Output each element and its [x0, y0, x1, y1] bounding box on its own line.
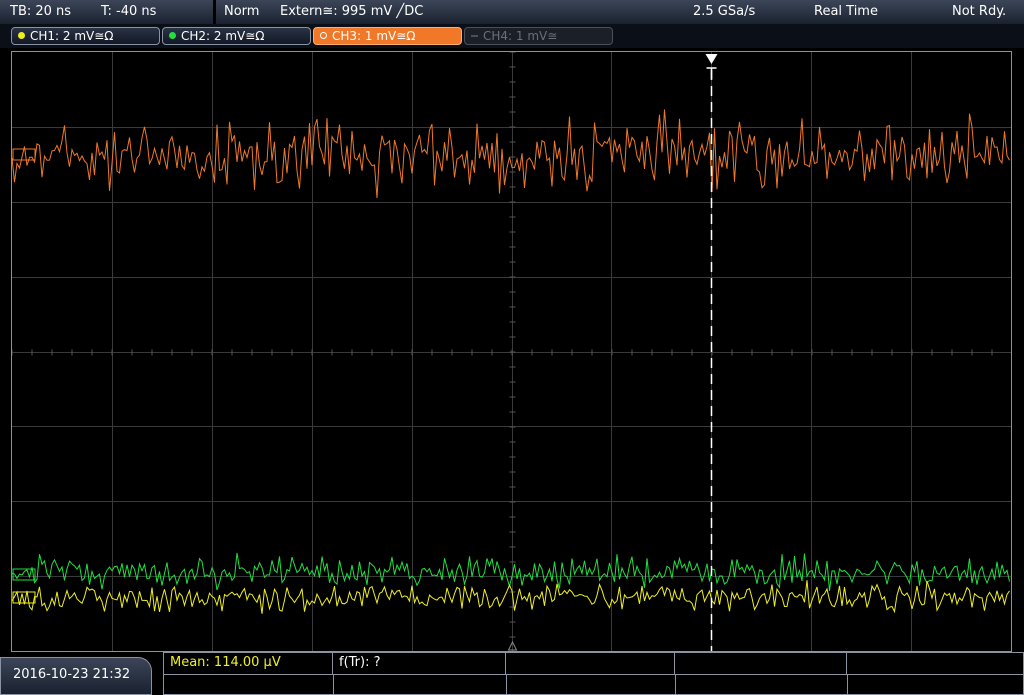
- timebase-label: TB: 20 ns: [10, 4, 72, 19]
- sample-rate-label: 2.5 GSa/s: [693, 4, 756, 19]
- datetime-panel[interactable]: 2016-10-23 21:32: [0, 657, 152, 695]
- measurement-divider: [164, 674, 1023, 675]
- measurement-slot-3: [506, 653, 675, 674]
- ch2-dot-icon: [169, 32, 176, 39]
- datetime-label: 2016-10-23 21:32: [13, 667, 131, 682]
- ch3-trace: [12, 109, 1010, 199]
- ch4-label: CH4: 1 mV≅: [483, 29, 558, 43]
- ch3-dot-icon: [320, 32, 327, 39]
- measurement-divider-v2: [506, 674, 507, 695]
- channel-tab-ch4[interactable]: CH4: 1 mV≅: [464, 27, 613, 45]
- status-label: Not Rdy.: [952, 4, 1007, 19]
- trigger-t-icon: [706, 67, 717, 79]
- ch1-dot-icon: [18, 32, 25, 39]
- channel-tab-ch3[interactable]: CH3: 1 mV≅Ω: [313, 27, 462, 45]
- trigger-time-label: T: -40 ns: [101, 4, 157, 19]
- measurement-divider-v1: [333, 674, 334, 695]
- trigger-position-marker-icon: [705, 54, 718, 64]
- trigger-mode-label: Norm: [224, 4, 260, 19]
- ch1-label: CH1: 2 mV≅Ω: [30, 29, 114, 43]
- frequency-measurement: f(Tr): ?: [333, 653, 506, 674]
- measurement-panel[interactable]: Mean: 114.00 µV f(Tr): ?: [163, 652, 1024, 695]
- measurement-slot-4: [675, 653, 847, 674]
- waveform-plot: [12, 52, 1011, 651]
- measurement-divider-v4: [847, 674, 848, 695]
- ch4-dash-icon: [471, 35, 478, 37]
- acquisition-mode-label: Real Time: [814, 4, 878, 19]
- ch2-offset-marker: [12, 568, 36, 581]
- acquisition-panel[interactable]: Norm Extern≅: 995 mV ╱DC 2.5 GSa/s Real …: [216, 0, 1024, 25]
- measurement-slot-5: [847, 653, 1023, 674]
- ch2-label: CH2: 2 mV≅Ω: [181, 29, 265, 43]
- channel-bar: CH1: 2 mV≅Ω CH2: 2 mV≅Ω CH3: 1 mV≅Ω CH4:…: [0, 24, 1024, 48]
- ch2-trace: [12, 552, 1010, 592]
- timebase-panel[interactable]: TB: 20 ns T: -40 ns: [0, 0, 213, 25]
- channel-tab-ch1[interactable]: CH1: 2 mV≅Ω: [11, 27, 160, 45]
- measurement-divider-v3: [675, 674, 676, 695]
- ch3-label: CH3: 1 mV≅Ω: [332, 29, 416, 43]
- mean-measurement: Mean: 114.00 µV: [164, 653, 333, 674]
- channel-tab-ch2[interactable]: CH2: 2 mV≅Ω: [162, 27, 311, 45]
- trigger-source-label: Extern≅: 995 mV ╱DC: [280, 4, 424, 19]
- waveform-display[interactable]: [11, 51, 1012, 652]
